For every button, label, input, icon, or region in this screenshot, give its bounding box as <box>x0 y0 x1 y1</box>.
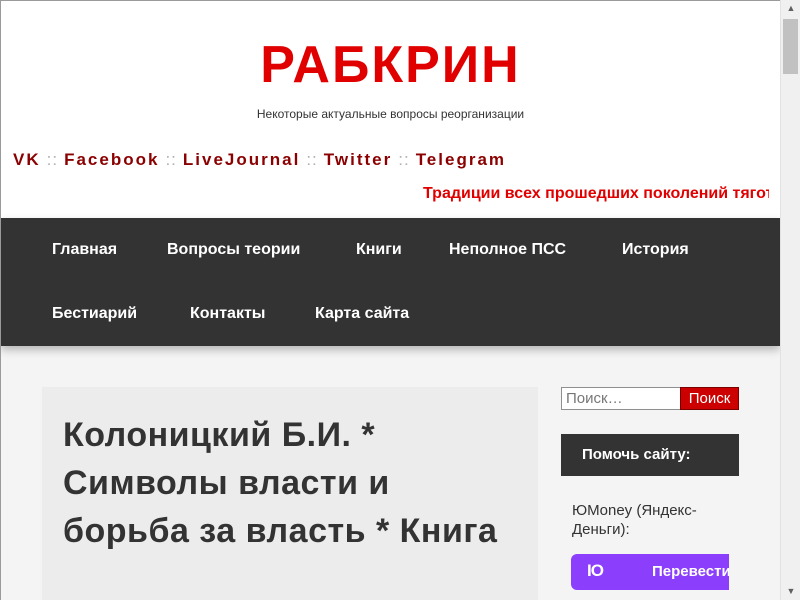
nav-item-contacts[interactable]: Контакты <box>190 282 265 346</box>
yoomoney-button-label: Перевести <box>652 563 729 580</box>
post-title[interactable]: Колоницкий Б.И. * Символы власти и борьб… <box>63 411 523 555</box>
post-card: Колоницкий Б.И. * Символы власти и борьб… <box>42 387 538 600</box>
social-links: VK:: Facebook:: LiveJournal:: Twitter:: Tele… <box>13 150 506 170</box>
nav-row: Главная Вопросы теории Книги Неполное ПС… <box>1 218 780 282</box>
site-header: РАБКРИН Некоторые актуальные вопросы рео… <box>1 1 780 218</box>
yoomoney-logo-icon: IO <box>587 561 604 580</box>
nav-row: Бестиарий Контакты Карта сайта <box>1 282 780 346</box>
yoomoney-transfer-button[interactable]: IO Перевести <box>571 554 729 590</box>
social-separator: :: <box>165 150 177 169</box>
social-link-telegram[interactable]: Telegram <box>416 150 506 169</box>
social-separator: :: <box>46 150 59 169</box>
social-separator: :: <box>398 150 410 169</box>
site-tagline: Некоторые актуальные вопросы реорганизац… <box>256 107 525 121</box>
news-marquee: Традиции всех прошедших поколений тяготе… <box>1 185 769 207</box>
nav-item-home[interactable]: Главная <box>52 218 117 282</box>
nav-item-sitemap[interactable]: Карта сайта <box>315 282 409 346</box>
yoomoney-label: ЮMoney (Яндекс-Деньги): <box>572 502 697 538</box>
nav-item-bestiary[interactable]: Бестиарий <box>52 282 137 346</box>
search-input[interactable] <box>561 387 681 410</box>
nav-item-theory[interactable]: Вопросы теории <box>167 218 300 282</box>
vertical-scrollbar[interactable]: ▲ ▼ <box>780 0 800 600</box>
browser-viewport: РАБКРИН Некоторые актуальные вопросы рео… <box>0 0 780 600</box>
social-link-livejournal[interactable]: LiveJournal <box>183 150 300 169</box>
nav-item-books[interactable]: Книги <box>356 218 402 282</box>
widget-title: Помочь сайту: <box>561 434 739 476</box>
scroll-up-icon[interactable]: ▲ <box>781 0 800 17</box>
scroll-thumb[interactable] <box>783 19 798 74</box>
nav-item-pss[interactable]: Неполное ПСС <box>449 218 566 282</box>
marquee-text: Традиции всех прошедших поколений тяготе… <box>423 185 769 202</box>
search-button[interactable]: Поиск <box>680 387 739 410</box>
scroll-down-icon[interactable]: ▼ <box>781 583 800 600</box>
site-title[interactable]: РАБКРИН <box>1 35 780 95</box>
social-link-twitter[interactable]: Twitter <box>324 150 392 169</box>
social-link-facebook[interactable]: Facebook <box>64 150 159 169</box>
main-nav: Главная Вопросы теории Книги Неполное ПС… <box>1 218 780 346</box>
social-link-vk[interactable]: VK <box>13 150 41 169</box>
social-separator: :: <box>306 150 318 169</box>
nav-item-history[interactable]: История <box>622 218 689 282</box>
